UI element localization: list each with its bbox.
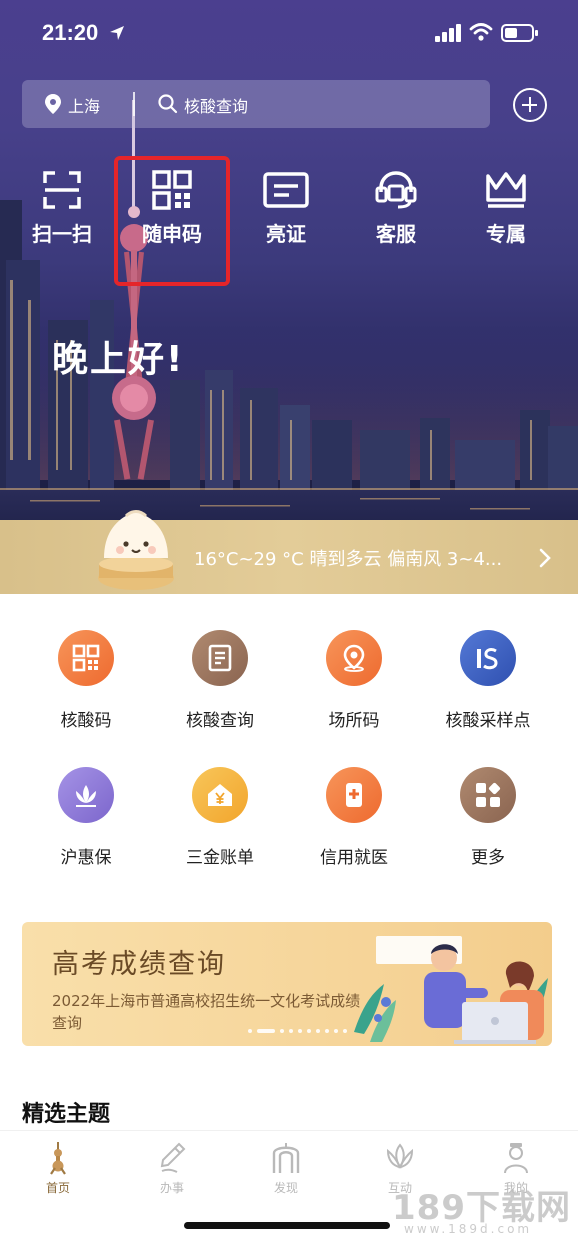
service-credit-medical[interactable]: 信用就医 [294, 767, 414, 868]
pagination-dot [280, 1029, 284, 1033]
quick-action-label: 亮证 [266, 222, 306, 246]
tab-home[interactable]: 首页 [18, 1141, 98, 1196]
search-icon [158, 94, 178, 114]
pagination-dot [248, 1029, 252, 1033]
students-laptop-illustration [354, 936, 548, 1044]
pagination-dot [298, 1029, 302, 1033]
search-bar[interactable]: 上海 核酸查询 [22, 80, 490, 128]
pagination-dot [316, 1029, 320, 1033]
service-icon-circle [460, 630, 516, 686]
tab-discover[interactable]: 发现 [246, 1141, 326, 1196]
weather-text: 16°C~29 °C 晴到多云 偏南风 3~4... [194, 549, 503, 570]
tab-label: 首页 [45, 1181, 70, 1195]
lotus-icon [76, 785, 96, 807]
service-label: 场所码 [328, 711, 380, 731]
service-label: 三金账单 [186, 848, 254, 868]
quick-action-label: 客服 [376, 222, 416, 246]
service-label: 信用就医 [320, 848, 388, 868]
hero-section: 21:20 上海 核酸查询 扫一扫 随申码 亮证 客服 专属 晚上好! [0, 0, 578, 580]
pen-icon [160, 1142, 186, 1173]
magnolia-icon [386, 1143, 414, 1169]
status-time: 21:20 [42, 20, 99, 45]
home-indicator [184, 1222, 390, 1229]
highlight-annotation-box [114, 156, 230, 286]
service-sampling-site[interactable]: 核酸采样点 [428, 630, 548, 731]
service-label: 核酸查询 [186, 711, 254, 731]
pagination-dot [343, 1029, 347, 1033]
banner-pagination-dots [248, 1029, 347, 1033]
gaokao-score-banner[interactable]: 高考成绩查询 2022年上海市普通高校招生统一文化考试成绩查询 [22, 922, 552, 1046]
service-three-funds-bill[interactable]: 三金账单 [160, 767, 280, 868]
pagination-dot [334, 1029, 338, 1033]
service-icon-circle [192, 767, 248, 823]
headset-icon [375, 171, 417, 209]
pagination-dot [289, 1029, 293, 1033]
service-label: 更多 [471, 848, 505, 868]
home-tower-icon [50, 1142, 66, 1175]
search-input[interactable]: 核酸查询 [184, 93, 248, 117]
service-label: 沪惠保 [60, 848, 112, 868]
service-icon-circle [326, 630, 382, 686]
service-icon-circle [58, 630, 114, 686]
service-icon-circle [460, 767, 516, 823]
tab-services[interactable]: 办事 [132, 1141, 212, 1196]
add-button[interactable] [513, 88, 547, 122]
quick-action-show-id[interactable]: 亮证 [236, 170, 336, 260]
scan-icon [43, 171, 81, 209]
crown-icon [486, 172, 526, 208]
xiaolongbao-mascot-icon [98, 510, 174, 590]
quick-action-scan[interactable]: 扫一扫 [12, 170, 112, 260]
house-yen-icon [208, 784, 232, 806]
banner-subtitle: 2022年上海市普通高校招生统一文化考试成绩查询 [52, 992, 361, 1032]
site-watermark-url: www.189d.com [404, 1222, 533, 1236]
tab-label: 办事 [159, 1181, 184, 1195]
quick-action-label: 扫一扫 [32, 222, 92, 246]
medical-phone-icon [346, 783, 362, 807]
service-label: 核酸码 [60, 711, 112, 731]
pagination-dot-active [257, 1029, 275, 1033]
pagination-dot [307, 1029, 311, 1033]
service-icon-circle [192, 630, 248, 686]
section-title: 精选主题 [22, 1102, 111, 1127]
service-label: 核酸采样点 [445, 711, 531, 731]
chevron-right-icon[interactable] [538, 547, 552, 569]
city-selector[interactable]: 上海 [68, 93, 100, 117]
service-icon-circle [58, 767, 114, 823]
location-pin-icon [343, 644, 365, 672]
service-huhuibao[interactable]: 沪惠保 [26, 767, 146, 868]
service-more[interactable]: 更多 [428, 767, 548, 868]
quick-action-exclusive[interactable]: 专属 [456, 170, 556, 260]
pagination-dot [325, 1029, 329, 1033]
service-nucleic-acid-query[interactable]: 核酸查询 [160, 630, 280, 731]
id-card-icon [263, 172, 309, 208]
document-icon [208, 644, 232, 672]
battery-icon [501, 24, 538, 42]
arch-icon [272, 1143, 300, 1173]
quick-action-customer-service[interactable]: 客服 [346, 170, 446, 260]
location-arrow-icon [110, 26, 124, 40]
grid-more-icon [476, 782, 501, 807]
service-icon-circle [326, 767, 382, 823]
cellular-signal-icon [435, 24, 461, 42]
person-icon [504, 1143, 528, 1174]
qr-code-icon [72, 644, 100, 672]
banner-title: 高考成绩查询 [52, 949, 226, 980]
tab-label: 发现 [273, 1181, 298, 1195]
location-pin-icon [45, 94, 61, 114]
sampling-site-icon [477, 648, 498, 670]
quick-action-label: 专属 [486, 222, 526, 246]
wifi-icon [469, 23, 493, 41]
service-nucleic-acid-code[interactable]: 核酸码 [26, 630, 146, 731]
service-venue-code[interactable]: 场所码 [294, 630, 414, 731]
search-divider [133, 92, 135, 116]
status-bar: 21:20 [0, 0, 578, 68]
greeting-text: 晚上好! [52, 339, 185, 380]
